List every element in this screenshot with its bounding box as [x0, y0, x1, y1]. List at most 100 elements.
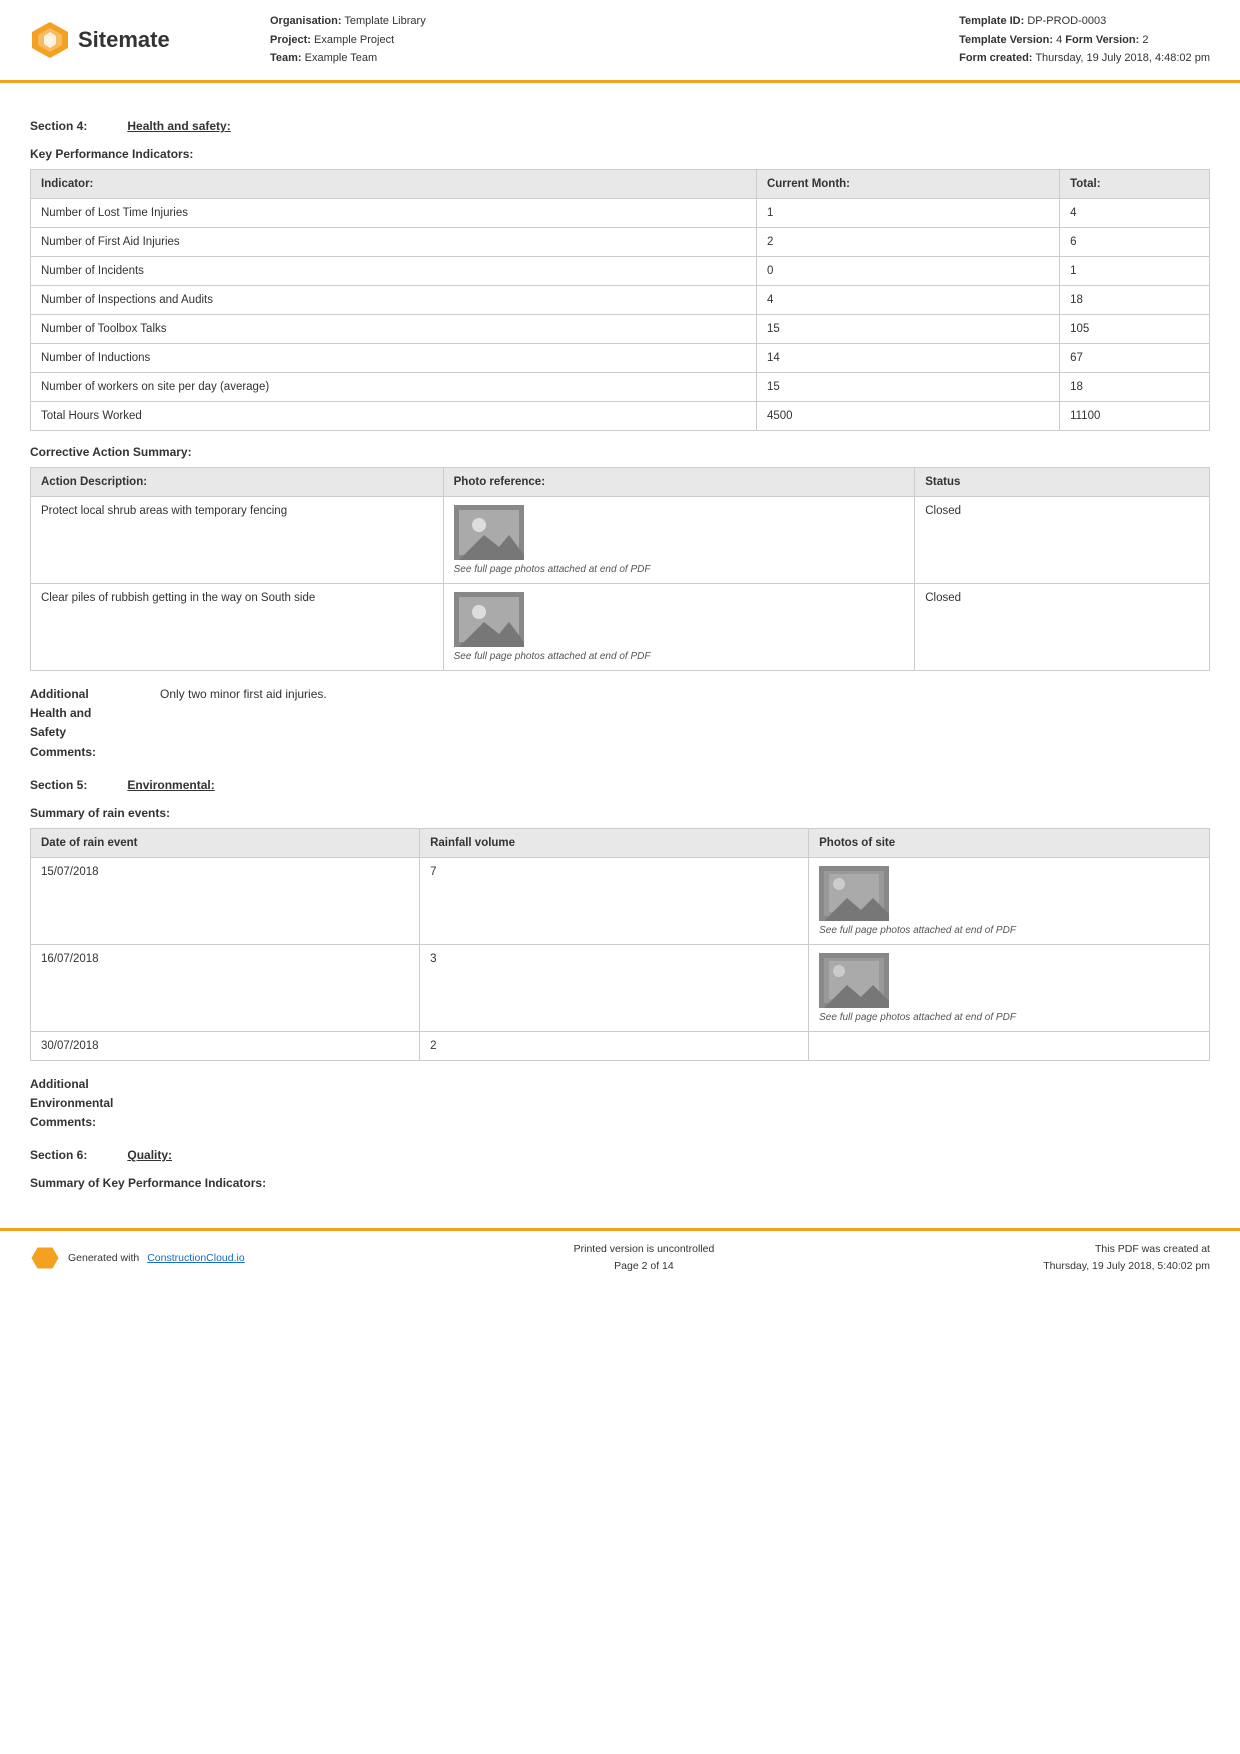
form-version-value: 2 — [1142, 34, 1148, 46]
ca-status-cell: Closed — [915, 584, 1210, 671]
table-row: Number of Lost Time Injuries14 — [31, 199, 1210, 228]
table-row: Number of Incidents01 — [31, 257, 1210, 286]
page-footer: Generated with ConstructionCloud.io Prin… — [0, 1228, 1240, 1285]
kpi-table: Indicator: Current Month: Total: Number … — [30, 169, 1210, 431]
table-cell: 4 — [1060, 199, 1210, 228]
photo-caption: See full page photos attached at end of … — [454, 651, 905, 662]
photo-caption: See full page photos attached at end of … — [819, 1012, 1199, 1023]
section6-label: Section 6: — [30, 1148, 87, 1162]
ca-col-description: Action Description: — [31, 468, 444, 497]
kpi-col-indicator: Indicator: — [31, 170, 757, 199]
kpi-col-total: Total: — [1060, 170, 1210, 199]
section5-label: Section 5: — [30, 778, 87, 792]
rain-col-photos: Photos of site — [809, 828, 1210, 857]
table-cell: Number of Lost Time Injuries — [31, 199, 757, 228]
additional-hs-value: Only two minor first aid injuries. — [160, 685, 1210, 762]
section4-heading: Section 4: Health and safety: — [30, 119, 1210, 133]
table-cell: 105 — [1060, 315, 1210, 344]
section6-value: Quality: — [127, 1148, 172, 1162]
additional-env-value — [160, 1075, 1210, 1133]
footer-uncontrolled: Printed version is uncontrolled — [574, 1241, 715, 1258]
additional-env-block: AdditionalEnvironmentalComments: — [30, 1075, 1210, 1133]
table-cell: Number of Incidents — [31, 257, 757, 286]
template-version-value: 4 — [1056, 34, 1062, 46]
rain-date-cell: 16/07/2018 — [31, 944, 420, 1031]
table-cell: Number of Inductions — [31, 344, 757, 373]
table-row: Protect local shrub areas with temporary… — [31, 497, 1210, 584]
ca-status-cell: Closed — [915, 497, 1210, 584]
corrective-action-table: Action Description: Photo reference: Sta… — [30, 467, 1210, 671]
table-cell: Number of workers on site per day (avera… — [31, 373, 757, 402]
ca-col-photo: Photo reference: — [443, 468, 915, 497]
footer-pdf-created-date: Thursday, 19 July 2018, 5:40:02 pm — [1043, 1258, 1210, 1275]
photo-caption: See full page photos attached at end of … — [454, 564, 905, 575]
rain-volume-cell: 2 — [420, 1031, 809, 1060]
footer-left: Generated with ConstructionCloud.io — [30, 1246, 245, 1270]
page-header: Sitemate Organisation: Template Library … — [0, 0, 1240, 83]
logo-text: Sitemate — [78, 27, 170, 53]
rain-col-date: Date of rain event — [31, 828, 420, 857]
rain-col-volume: Rainfall volume — [420, 828, 809, 857]
section5-heading: Section 5: Environmental: — [30, 778, 1210, 792]
photo-thumbnail — [454, 505, 524, 560]
ca-description-cell: Protect local shrub areas with temporary… — [31, 497, 444, 584]
footer-logo-icon — [30, 1246, 60, 1270]
rain-photo-cell: See full page photos attached at end of … — [809, 857, 1210, 944]
rain-volume-cell: 3 — [420, 944, 809, 1031]
table-row: Number of Toolbox Talks15105 — [31, 315, 1210, 344]
project-value: Example Project — [314, 34, 394, 46]
rain-photo-cell — [809, 1031, 1210, 1060]
kpi-title: Key Performance Indicators: — [30, 147, 1210, 161]
table-cell: 0 — [756, 257, 1059, 286]
footer-page: Page 2 of 14 — [574, 1258, 715, 1275]
template-id-value: DP-PROD-0003 — [1027, 15, 1106, 27]
main-content: Section 4: Health and safety: Key Perfor… — [0, 83, 1240, 1208]
footer-generated-link[interactable]: ConstructionCloud.io — [147, 1252, 244, 1264]
photo-thumbnail — [819, 953, 889, 1008]
table-row: 15/07/20187 See full page photos attache… — [31, 857, 1210, 944]
footer-center: Printed version is uncontrolled Page 2 o… — [574, 1241, 715, 1275]
org-value: Template Library — [344, 15, 425, 27]
table-cell: Total Hours Worked — [31, 402, 757, 431]
rain-table: Date of rain event Rainfall volume Photo… — [30, 828, 1210, 1061]
table-cell: 15 — [756, 315, 1059, 344]
table-cell: Number of First Aid Injuries — [31, 228, 757, 257]
logo-area: Sitemate — [30, 20, 230, 60]
template-id-label: Template ID: — [959, 15, 1024, 27]
corrective-action-title: Corrective Action Summary: — [30, 445, 1210, 459]
table-cell: 11100 — [1060, 402, 1210, 431]
section6-heading: Section 6: Quality: — [30, 1148, 1210, 1162]
table-cell: 4 — [756, 286, 1059, 315]
table-cell: Number of Toolbox Talks — [31, 315, 757, 344]
ca-photo-cell: See full page photos attached at end of … — [443, 497, 915, 584]
ca-description-cell: Clear piles of rubbish getting in the wa… — [31, 584, 444, 671]
table-row: Number of Inductions1467 — [31, 344, 1210, 373]
form-created-label: Form created: — [959, 52, 1032, 64]
rain-date-cell: 15/07/2018 — [31, 857, 420, 944]
section4-value: Health and safety: — [127, 119, 230, 133]
footer-generated-prefix: Generated with — [68, 1252, 139, 1264]
team-label: Team: — [270, 52, 302, 64]
table-cell: 1 — [756, 199, 1059, 228]
table-cell: 67 — [1060, 344, 1210, 373]
table-row: Total Hours Worked450011100 — [31, 402, 1210, 431]
table-cell: 18 — [1060, 373, 1210, 402]
section4-label: Section 4: — [30, 119, 87, 133]
template-version-label: Template Version: — [959, 34, 1053, 46]
quality-kpi-title: Summary of Key Performance Indicators: — [30, 1176, 1210, 1190]
table-cell: 4500 — [756, 402, 1059, 431]
sitemate-logo-icon — [30, 20, 70, 60]
rain-events-title: Summary of rain events: — [30, 806, 1210, 820]
photo-thumbnail — [819, 866, 889, 921]
footer-pdf-created-prefix: This PDF was created at — [1043, 1241, 1210, 1258]
table-cell: 1 — [1060, 257, 1210, 286]
org-label: Organisation: — [270, 15, 342, 27]
table-row: 30/07/20182 — [31, 1031, 1210, 1060]
table-row: Number of Inspections and Audits418 — [31, 286, 1210, 315]
form-version-label: Form Version: — [1065, 34, 1139, 46]
additional-env-label: AdditionalEnvironmentalComments: — [30, 1075, 160, 1133]
project-label: Project: — [270, 34, 311, 46]
section5-value: Environmental: — [127, 778, 214, 792]
table-cell: 2 — [756, 228, 1059, 257]
additional-hs-block: AdditionalHealth andSafetyComments: Only… — [30, 685, 1210, 762]
